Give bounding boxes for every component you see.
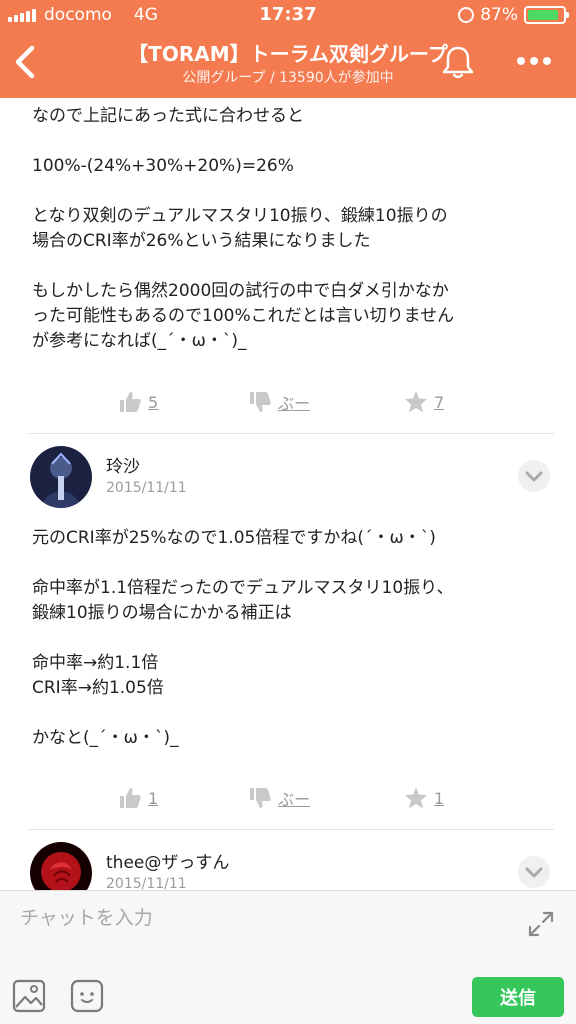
avatar-image <box>30 842 92 890</box>
comment-menu-button[interactable] <box>518 856 550 888</box>
like-button[interactable]: 5 <box>118 390 158 414</box>
comment-actions: 1 ぶー 1 <box>0 786 576 816</box>
send-button[interactable]: 送信 <box>472 977 564 1017</box>
comment-date: 2015/11/11 <box>106 876 187 890</box>
like-count: 1 <box>148 788 159 808</box>
orientation-lock-icon <box>458 7 475 23</box>
star-icon <box>405 391 427 413</box>
chat-input[interactable]: チャットを入力 <box>20 903 153 930</box>
comment-header: 玲沙 2015/11/11 <box>30 446 550 510</box>
post-actions: 5 ぶー 7 <box>0 390 576 420</box>
chat-content[interactable]: なので上記にあった式に合わせると 100%-(24%+30%+20%)=26% … <box>0 98 576 890</box>
boo-button[interactable]: ぶー <box>248 390 310 414</box>
star-icon <box>405 787 427 809</box>
star-button[interactable]: 7 <box>404 390 444 414</box>
status-right: 87% <box>458 5 569 25</box>
comment-author[interactable]: 玲沙 <box>106 452 140 477</box>
bell-icon <box>442 46 474 79</box>
thumbs-up-icon <box>120 392 141 412</box>
battery-icon <box>524 6 569 24</box>
back-button[interactable] <box>8 40 48 84</box>
battery-percent: 87% <box>480 5 518 25</box>
divider <box>28 433 554 434</box>
comment-body: 元のCRI率が25%なので1.05倍程ですかね(´・ω・`) 命中率が1.1倍程… <box>32 528 454 748</box>
boo-label: ぶー <box>278 394 311 413</box>
avatar[interactable] <box>30 446 92 508</box>
boo-label: ぶー <box>278 790 311 809</box>
chat-input-bar: チャットを入力 送信 <box>0 890 576 1024</box>
notification-button[interactable] <box>438 42 478 82</box>
avatar-image <box>30 446 92 508</box>
app-header: docomo 4G 17:37 87% 【TORAM】トーラム双剣グループ 公開… <box>0 0 576 98</box>
more-dots-icon <box>517 57 551 65</box>
chevron-left-icon <box>15 45 35 79</box>
battery-fill <box>528 10 558 20</box>
expand-button[interactable] <box>526 909 556 939</box>
image-icon <box>12 979 46 1013</box>
boo-button[interactable]: ぶー <box>248 786 310 810</box>
image-button[interactable] <box>12 979 46 1013</box>
post-body: なので上記にあった式に合わせると 100%-(24%+30%+20%)=26% … <box>32 106 455 351</box>
comment-menu-button[interactable] <box>518 460 550 492</box>
status-bar: docomo 4G 17:37 87% <box>0 0 576 30</box>
comment-date: 2015/11/11 <box>106 480 187 496</box>
star-button[interactable]: 1 <box>404 786 444 810</box>
thumbs-down-icon <box>250 788 271 808</box>
emoji-button[interactable] <box>70 979 104 1013</box>
nav-bar: 【TORAM】トーラム双剣グループ 公開グループ / 13590人が参加中 <box>0 30 576 98</box>
comment-header: thee@ザっすん 2015/11/11 <box>30 842 550 890</box>
more-button[interactable] <box>512 46 556 76</box>
expand-icon <box>528 911 554 937</box>
thumbs-up-icon <box>120 788 141 808</box>
avatar[interactable] <box>30 842 92 890</box>
emoji-icon <box>70 979 104 1013</box>
comment-author[interactable]: thee@ザっすん <box>106 848 229 873</box>
star-count: 7 <box>434 392 445 412</box>
like-count: 5 <box>148 392 159 412</box>
like-button[interactable]: 1 <box>118 786 158 810</box>
chevron-down-icon <box>525 471 543 482</box>
thumbs-down-icon <box>250 392 271 412</box>
divider <box>28 829 554 830</box>
star-count: 1 <box>434 788 445 808</box>
chevron-down-icon <box>525 867 543 878</box>
